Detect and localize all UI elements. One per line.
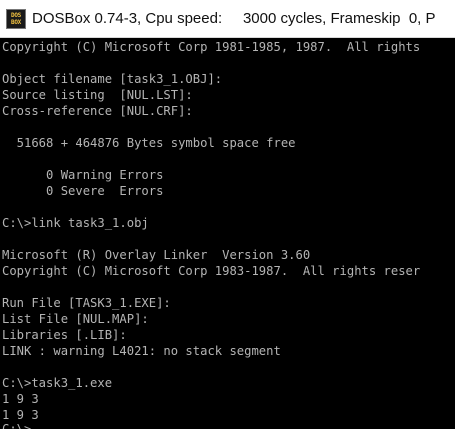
console-line: 51668 + 464876 Bytes symbol space free — [2, 136, 296, 150]
console-line: Libraries [.LIB]: — [2, 328, 127, 342]
app-icon-label-top: DOS — [11, 11, 21, 19]
console-line: Run File [TASK3_1.EXE]: — [2, 296, 171, 310]
console-prompt: C:\> — [2, 422, 32, 429]
console-line: 0 Severe Errors — [2, 184, 164, 198]
console-line: Source listing [NUL.LST]: — [2, 88, 193, 102]
console-line: Copyright (C) Microsoft Corp 1983-1987. … — [2, 264, 421, 278]
console-line: 1 9 3 — [2, 392, 39, 406]
console-line: Object filename [task3_1.OBJ]: — [2, 72, 223, 86]
console-line: Copyright (C) Microsoft Corp 1981-1985, … — [2, 40, 421, 54]
console-line: C:\>link task3_1.obj — [2, 216, 149, 230]
console-line: Cross-reference [NUL.CRF]: — [2, 104, 193, 118]
console-line: LINK : warning L4021: no stack segment — [2, 344, 281, 358]
dos-console[interactable]: Copyright (C) Microsoft Corp 1981-1985, … — [0, 38, 455, 429]
console-line: Microsoft (R) Overlay Linker Version 3.6… — [2, 248, 311, 262]
dosbox-app-icon[interactable]: DOS BOX — [6, 8, 26, 29]
title-bar[interactable]: DOS BOX DOSBox 0.74-3, Cpu speed: 3000 c… — [0, 0, 455, 38]
console-line: 0 Warning Errors — [2, 168, 164, 182]
console-line: List File [NUL.MAP]: — [2, 312, 149, 326]
window-title: DOSBox 0.74-3, Cpu speed: 3000 cycles, F… — [32, 10, 436, 27]
app-icon-label-bottom: BOX — [11, 18, 21, 26]
console-line: C:\>task3_1.exe — [2, 376, 113, 390]
